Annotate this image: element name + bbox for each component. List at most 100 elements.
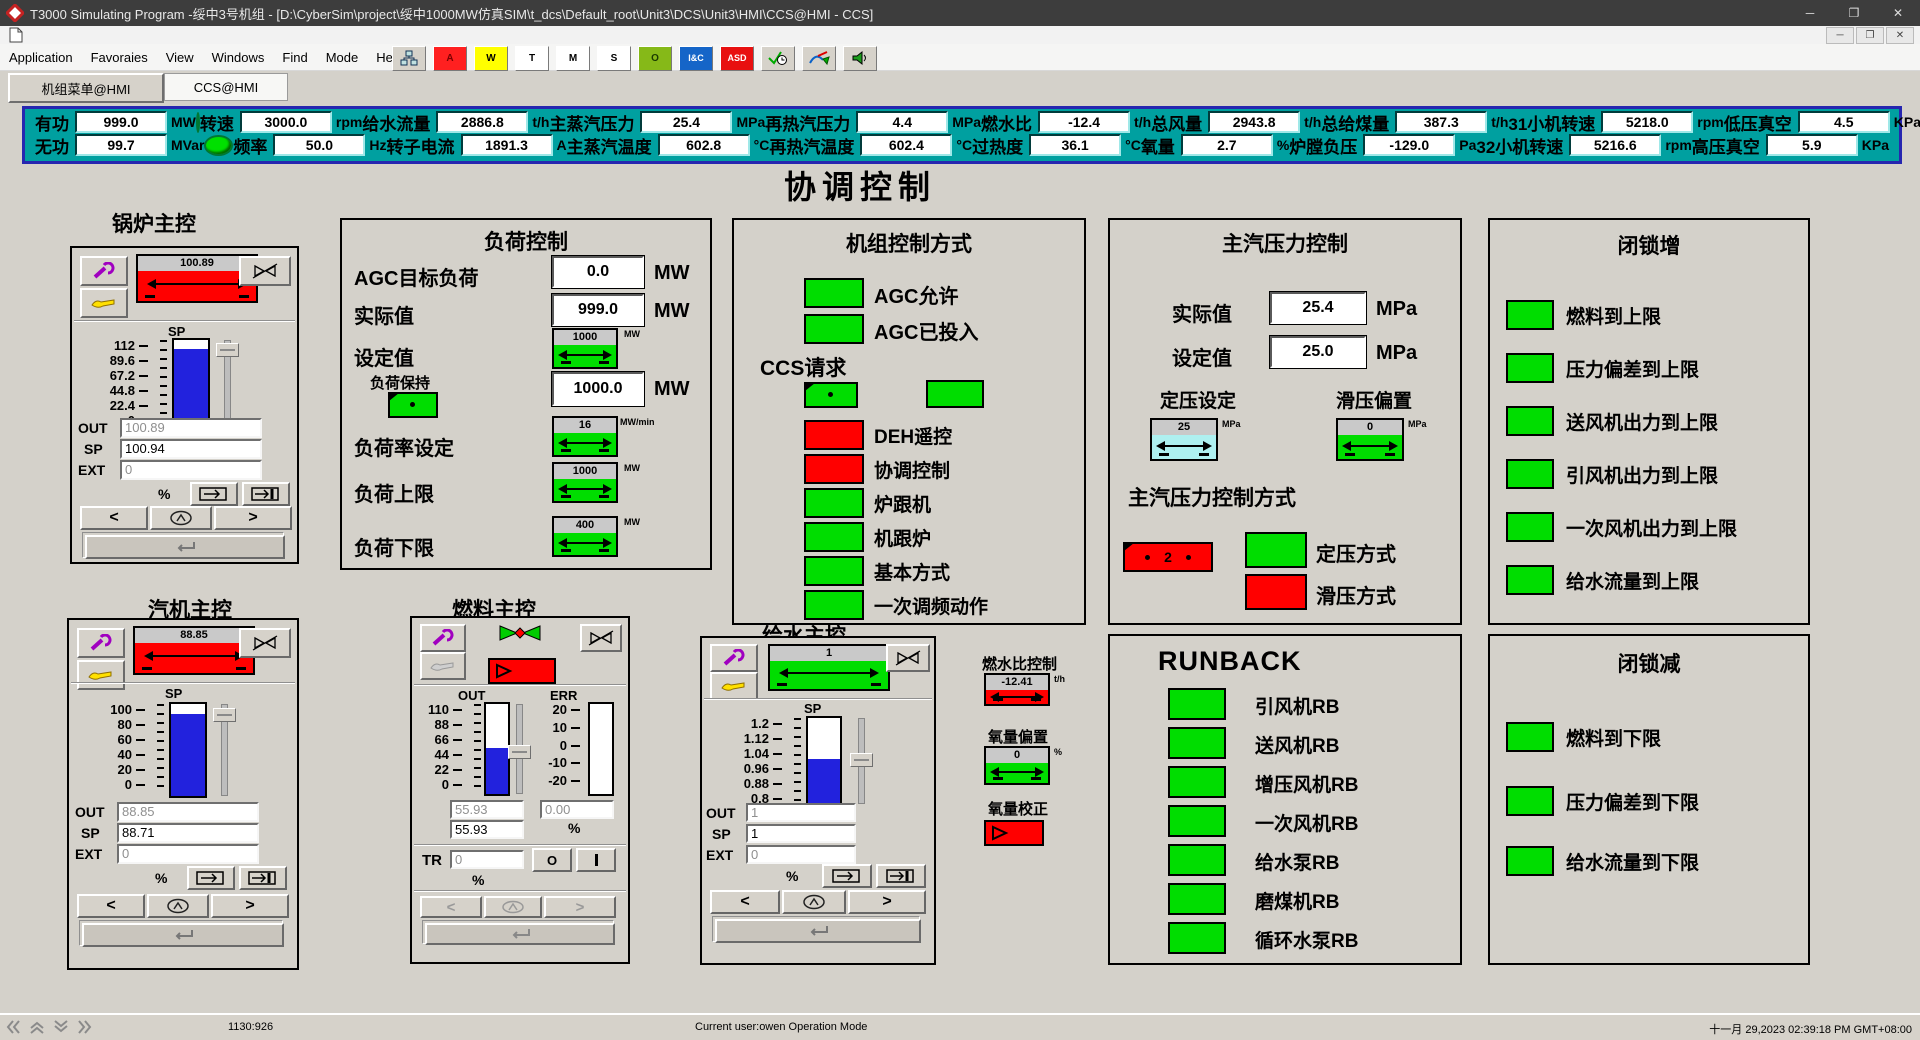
menu-favoraies[interactable]: Favoraies xyxy=(82,50,157,65)
increase-button[interactable]: > xyxy=(214,506,292,530)
manual-button-disabled[interactable] xyxy=(420,652,466,680)
lower-limit-slider[interactable]: 400 MW xyxy=(552,516,644,558)
tag-m-button[interactable]: M xyxy=(556,46,590,71)
on-button[interactable] xyxy=(576,848,616,872)
child-minimize-button[interactable]: ─ xyxy=(1826,27,1854,44)
off-button[interactable]: O xyxy=(532,848,572,872)
auto-manual-button[interactable] xyxy=(782,890,846,914)
confirm-button[interactable] xyxy=(82,923,284,947)
trend-button[interactable] xyxy=(802,46,836,71)
remove-button[interactable] xyxy=(580,624,622,652)
actual-load-unit: MW xyxy=(654,300,690,323)
minimize-button[interactable]: ─ xyxy=(1788,0,1832,26)
pressure-mode-selector-button[interactable]: 2 xyxy=(1123,542,1213,572)
nav-forward-button[interactable] xyxy=(74,1017,96,1037)
close-button[interactable]: ✕ xyxy=(1876,0,1920,26)
ic-button[interactable]: I&C xyxy=(679,46,713,71)
out-field[interactable]: 1 xyxy=(746,803,856,822)
sp-slider-track[interactable] xyxy=(221,704,228,796)
ext-field[interactable]: 0 xyxy=(746,845,856,864)
upper-limit-slider[interactable]: 1000 MW xyxy=(552,462,644,504)
maximize-button[interactable]: ❐ xyxy=(1832,0,1876,26)
sp-field[interactable]: 100.94 xyxy=(120,439,262,459)
increase-button-disabled[interactable]: > xyxy=(544,896,616,918)
out-slider-track[interactable] xyxy=(516,704,523,794)
load-setpoint-slider[interactable]: 1000 MW xyxy=(552,328,644,370)
manual-button[interactable] xyxy=(77,660,125,690)
sp-slider-track[interactable] xyxy=(858,718,865,804)
alarm-a-button[interactable]: A xyxy=(433,46,467,71)
out-field[interactable]: 88.85 xyxy=(117,802,259,822)
go-to-limit-button[interactable] xyxy=(876,864,926,888)
asd-button[interactable]: ASD xyxy=(720,46,754,71)
out-value-field[interactable]: 55.93 xyxy=(450,800,524,819)
increase-button[interactable]: > xyxy=(211,894,289,918)
menu-view[interactable]: View xyxy=(157,50,203,65)
sp-slider-handle[interactable] xyxy=(216,343,239,357)
topology-button[interactable] xyxy=(392,46,426,71)
nav-up-button[interactable] xyxy=(26,1017,48,1037)
load-rate-slider[interactable]: 16 MW/min xyxy=(552,416,644,458)
out-slider-handle[interactable] xyxy=(508,745,531,759)
alarm-w-button[interactable]: W xyxy=(474,46,508,71)
sp-slider-track[interactable] xyxy=(224,340,231,430)
menu-application[interactable]: Application xyxy=(0,50,82,65)
nav-down-button[interactable] xyxy=(50,1017,72,1037)
auto-manual-button[interactable] xyxy=(150,506,212,530)
tr-field[interactable]: 0 xyxy=(450,850,524,869)
audio-button[interactable] xyxy=(843,46,877,71)
decrease-button[interactable]: < xyxy=(80,506,148,530)
tab-ccs-hmi[interactable]: CCS@HMI xyxy=(164,73,288,101)
tab-unit-menu[interactable]: 机组菜单@HMI xyxy=(8,73,164,103)
tune-button[interactable] xyxy=(77,628,125,658)
confirm-button[interactable] xyxy=(715,919,921,943)
remove-button[interactable] xyxy=(239,628,291,658)
go-to-limit-button[interactable] xyxy=(239,866,287,890)
fixed-pressure-slider[interactable]: 25 MPa xyxy=(1150,418,1242,462)
remove-button[interactable] xyxy=(886,644,930,672)
manual-button[interactable] xyxy=(710,672,758,700)
confirm-button[interactable] xyxy=(425,923,615,945)
manual-button[interactable] xyxy=(80,288,128,318)
menu-mode[interactable]: Mode xyxy=(317,50,368,65)
step-output-button[interactable] xyxy=(187,866,235,890)
tune-button[interactable] xyxy=(80,256,128,286)
nav-back-button[interactable] xyxy=(2,1017,24,1037)
feedwater-output-tape[interactable]: 1 xyxy=(768,644,894,694)
menu-windows[interactable]: Windows xyxy=(203,50,274,65)
load-hold-button[interactable] xyxy=(388,392,438,418)
err-value-field[interactable]: 0.00 xyxy=(540,800,614,819)
sp-field[interactable]: 88.71 xyxy=(117,823,259,843)
step-output-button[interactable] xyxy=(822,864,872,888)
sp-value-field[interactable]: 55.93 xyxy=(450,820,524,839)
tune-button[interactable] xyxy=(420,624,466,652)
step-output-button[interactable] xyxy=(190,482,238,506)
ext-field[interactable]: 0 xyxy=(117,844,259,864)
acknowledge-button[interactable] xyxy=(761,46,795,71)
tag-o-button[interactable]: O xyxy=(638,46,672,71)
sp-slider-handle[interactable] xyxy=(213,708,236,722)
child-restore-button[interactable]: ❐ xyxy=(1856,27,1884,44)
auto-manual-button[interactable] xyxy=(147,894,209,918)
auto-manual-button-disabled[interactable] xyxy=(484,896,542,918)
child-close-button[interactable]: ✕ xyxy=(1886,27,1914,44)
increase-button[interactable]: > xyxy=(848,890,926,914)
decrease-button-disabled[interactable]: < xyxy=(420,896,482,918)
sp-slider-handle[interactable] xyxy=(850,753,873,767)
menu-find[interactable]: Find xyxy=(273,50,316,65)
tune-button[interactable] xyxy=(710,644,758,672)
o2-bias-slider[interactable]: 0 % xyxy=(984,746,1072,786)
water-fuel-ratio-slider[interactable]: -12.41 t/h xyxy=(984,673,1072,707)
out-field[interactable]: 100.89 xyxy=(120,418,262,438)
go-to-limit-button[interactable] xyxy=(242,482,290,506)
tag-t-button[interactable]: T xyxy=(515,46,549,71)
tag-s-button[interactable]: S xyxy=(597,46,631,71)
decrease-button[interactable]: < xyxy=(77,894,145,918)
sp-field[interactable]: 1 xyxy=(746,824,856,843)
ext-field[interactable]: 0 xyxy=(120,460,262,480)
remove-button[interactable] xyxy=(239,256,291,286)
sliding-bias-slider[interactable]: 0 MPa xyxy=(1336,418,1428,462)
confirm-button[interactable] xyxy=(85,535,285,559)
decrease-button[interactable]: < xyxy=(710,890,780,914)
ccs-request-button[interactable] xyxy=(804,382,858,408)
